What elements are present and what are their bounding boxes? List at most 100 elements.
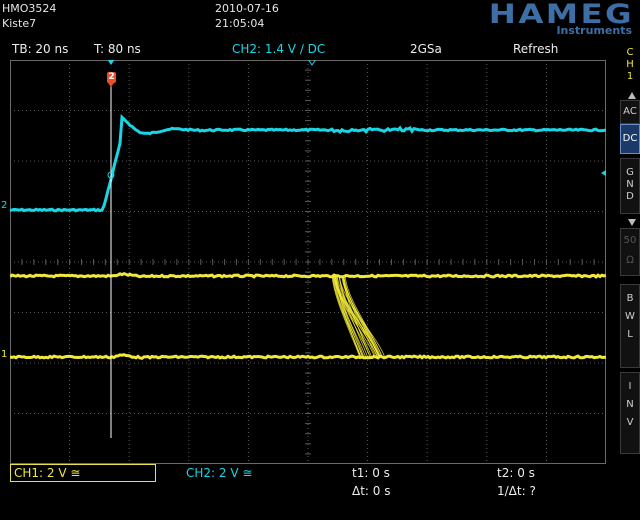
grid-dot (446, 160, 447, 162)
grid-dot (138, 362, 139, 364)
grid-dot (128, 348, 130, 349)
grid-dot (562, 110, 563, 111)
grid-dot (188, 408, 190, 409)
ohm-symbol: Ω (626, 255, 634, 266)
grid-dot (307, 136, 309, 137)
grid-dot (69, 244, 71, 245)
impedance-50-ohm-button[interactable]: 50 Ω (620, 228, 640, 276)
grid-dot (426, 316, 428, 317)
menu-up-arrow-icon[interactable] (627, 90, 637, 100)
acquisition-mode-readout[interactable]: Refresh (513, 42, 558, 56)
trigger-time-readout[interactable]: T: 80 ns (94, 42, 141, 56)
grid-dot (486, 224, 488, 225)
grid-dot (446, 211, 447, 212)
grid-dot (406, 362, 407, 364)
grid-dot (250, 110, 251, 111)
grid-dot (442, 160, 443, 162)
grid-dot (14, 312, 15, 313)
grid-dot (486, 296, 488, 297)
grid-dot (186, 312, 187, 313)
grid-dot (128, 184, 130, 185)
grid-dot (118, 312, 119, 313)
grid-dot (170, 110, 171, 111)
grid-dot (545, 292, 547, 293)
grid-dot (214, 160, 215, 162)
grid-dot (307, 68, 309, 69)
grid-dot (188, 280, 190, 281)
grid-dot (550, 261, 551, 263)
grid-dot (566, 110, 567, 111)
grid-dot (242, 211, 243, 212)
grid-dot (188, 380, 190, 381)
grid-dot (374, 261, 375, 263)
grid-dot (545, 372, 547, 373)
grid-dot (66, 261, 67, 263)
grid-dot (426, 224, 428, 225)
grid-dot (142, 312, 143, 313)
grid-dot (346, 261, 347, 263)
grid-dot (58, 413, 59, 414)
waveform-display[interactable] (10, 60, 606, 464)
grid-dot (426, 196, 428, 197)
grid-dot (538, 160, 539, 162)
grid-dot (128, 312, 130, 313)
timebase-readout[interactable]: TB: 20 ns (12, 42, 68, 56)
grid-dot (134, 211, 135, 212)
grid-dot (128, 104, 130, 105)
grid-dot (170, 160, 171, 162)
grid-dot (562, 160, 563, 162)
grid-dot (270, 261, 271, 263)
grid-dot (128, 448, 130, 449)
coupling-gnd-button[interactable]: G N D (620, 158, 640, 214)
grid-dot (188, 448, 190, 449)
grid-dot (69, 100, 71, 101)
grid-dot (128, 180, 130, 181)
grid-dot (367, 304, 369, 305)
grid-dot (346, 413, 347, 414)
grid-dot (502, 110, 503, 111)
grid-dot (462, 413, 463, 414)
ch1-settings[interactable]: CH1: 2 V ≅ (10, 464, 156, 482)
grid-dot (545, 156, 547, 157)
grid-dot (188, 344, 190, 345)
grid-dot (318, 160, 319, 162)
invert-button[interactable]: I N V (620, 372, 640, 454)
grid-dot (474, 362, 475, 364)
grid-dot (494, 413, 495, 414)
grid-dot (367, 200, 369, 201)
grid-dot (270, 312, 271, 313)
grid-dot (69, 232, 71, 233)
grid-dot (69, 336, 71, 337)
grid-dot (307, 116, 309, 117)
trigger-channel-readout[interactable]: CH2: 1.4 V ∕ DC (232, 42, 325, 56)
grid-dot (218, 211, 219, 212)
grid-dot (188, 208, 190, 209)
grid-dot (198, 362, 199, 364)
coupling-dc-button[interactable]: DC (620, 124, 640, 154)
grid-dot (486, 164, 488, 165)
grid-dot (578, 312, 579, 313)
bandwidth-limit-button[interactable]: B W L (620, 284, 640, 368)
grid-dot (402, 261, 403, 263)
menu-down-arrow-icon[interactable] (627, 217, 637, 227)
ch2-settings[interactable]: CH2: 2 V ≅ (186, 466, 252, 480)
grid-dot (186, 362, 187, 364)
grid-dot (367, 192, 369, 193)
grid-dot (128, 224, 130, 225)
grid-dot (38, 160, 39, 162)
grid-dot (426, 396, 428, 397)
grid-dot (326, 413, 327, 414)
grid-dot (106, 110, 107, 111)
grid-dot (234, 261, 235, 263)
grid-dot (314, 413, 315, 414)
coupling-ac-button[interactable]: AC (620, 100, 640, 124)
grid-dot (278, 312, 279, 313)
grid-dot (94, 261, 95, 263)
grid-dot (246, 110, 247, 111)
grid-dot (426, 452, 428, 453)
grid-dot (545, 440, 547, 441)
grid-dot (69, 144, 71, 145)
grid-dot (222, 110, 223, 111)
grid-dot (386, 312, 387, 313)
grid-dot (426, 332, 428, 333)
